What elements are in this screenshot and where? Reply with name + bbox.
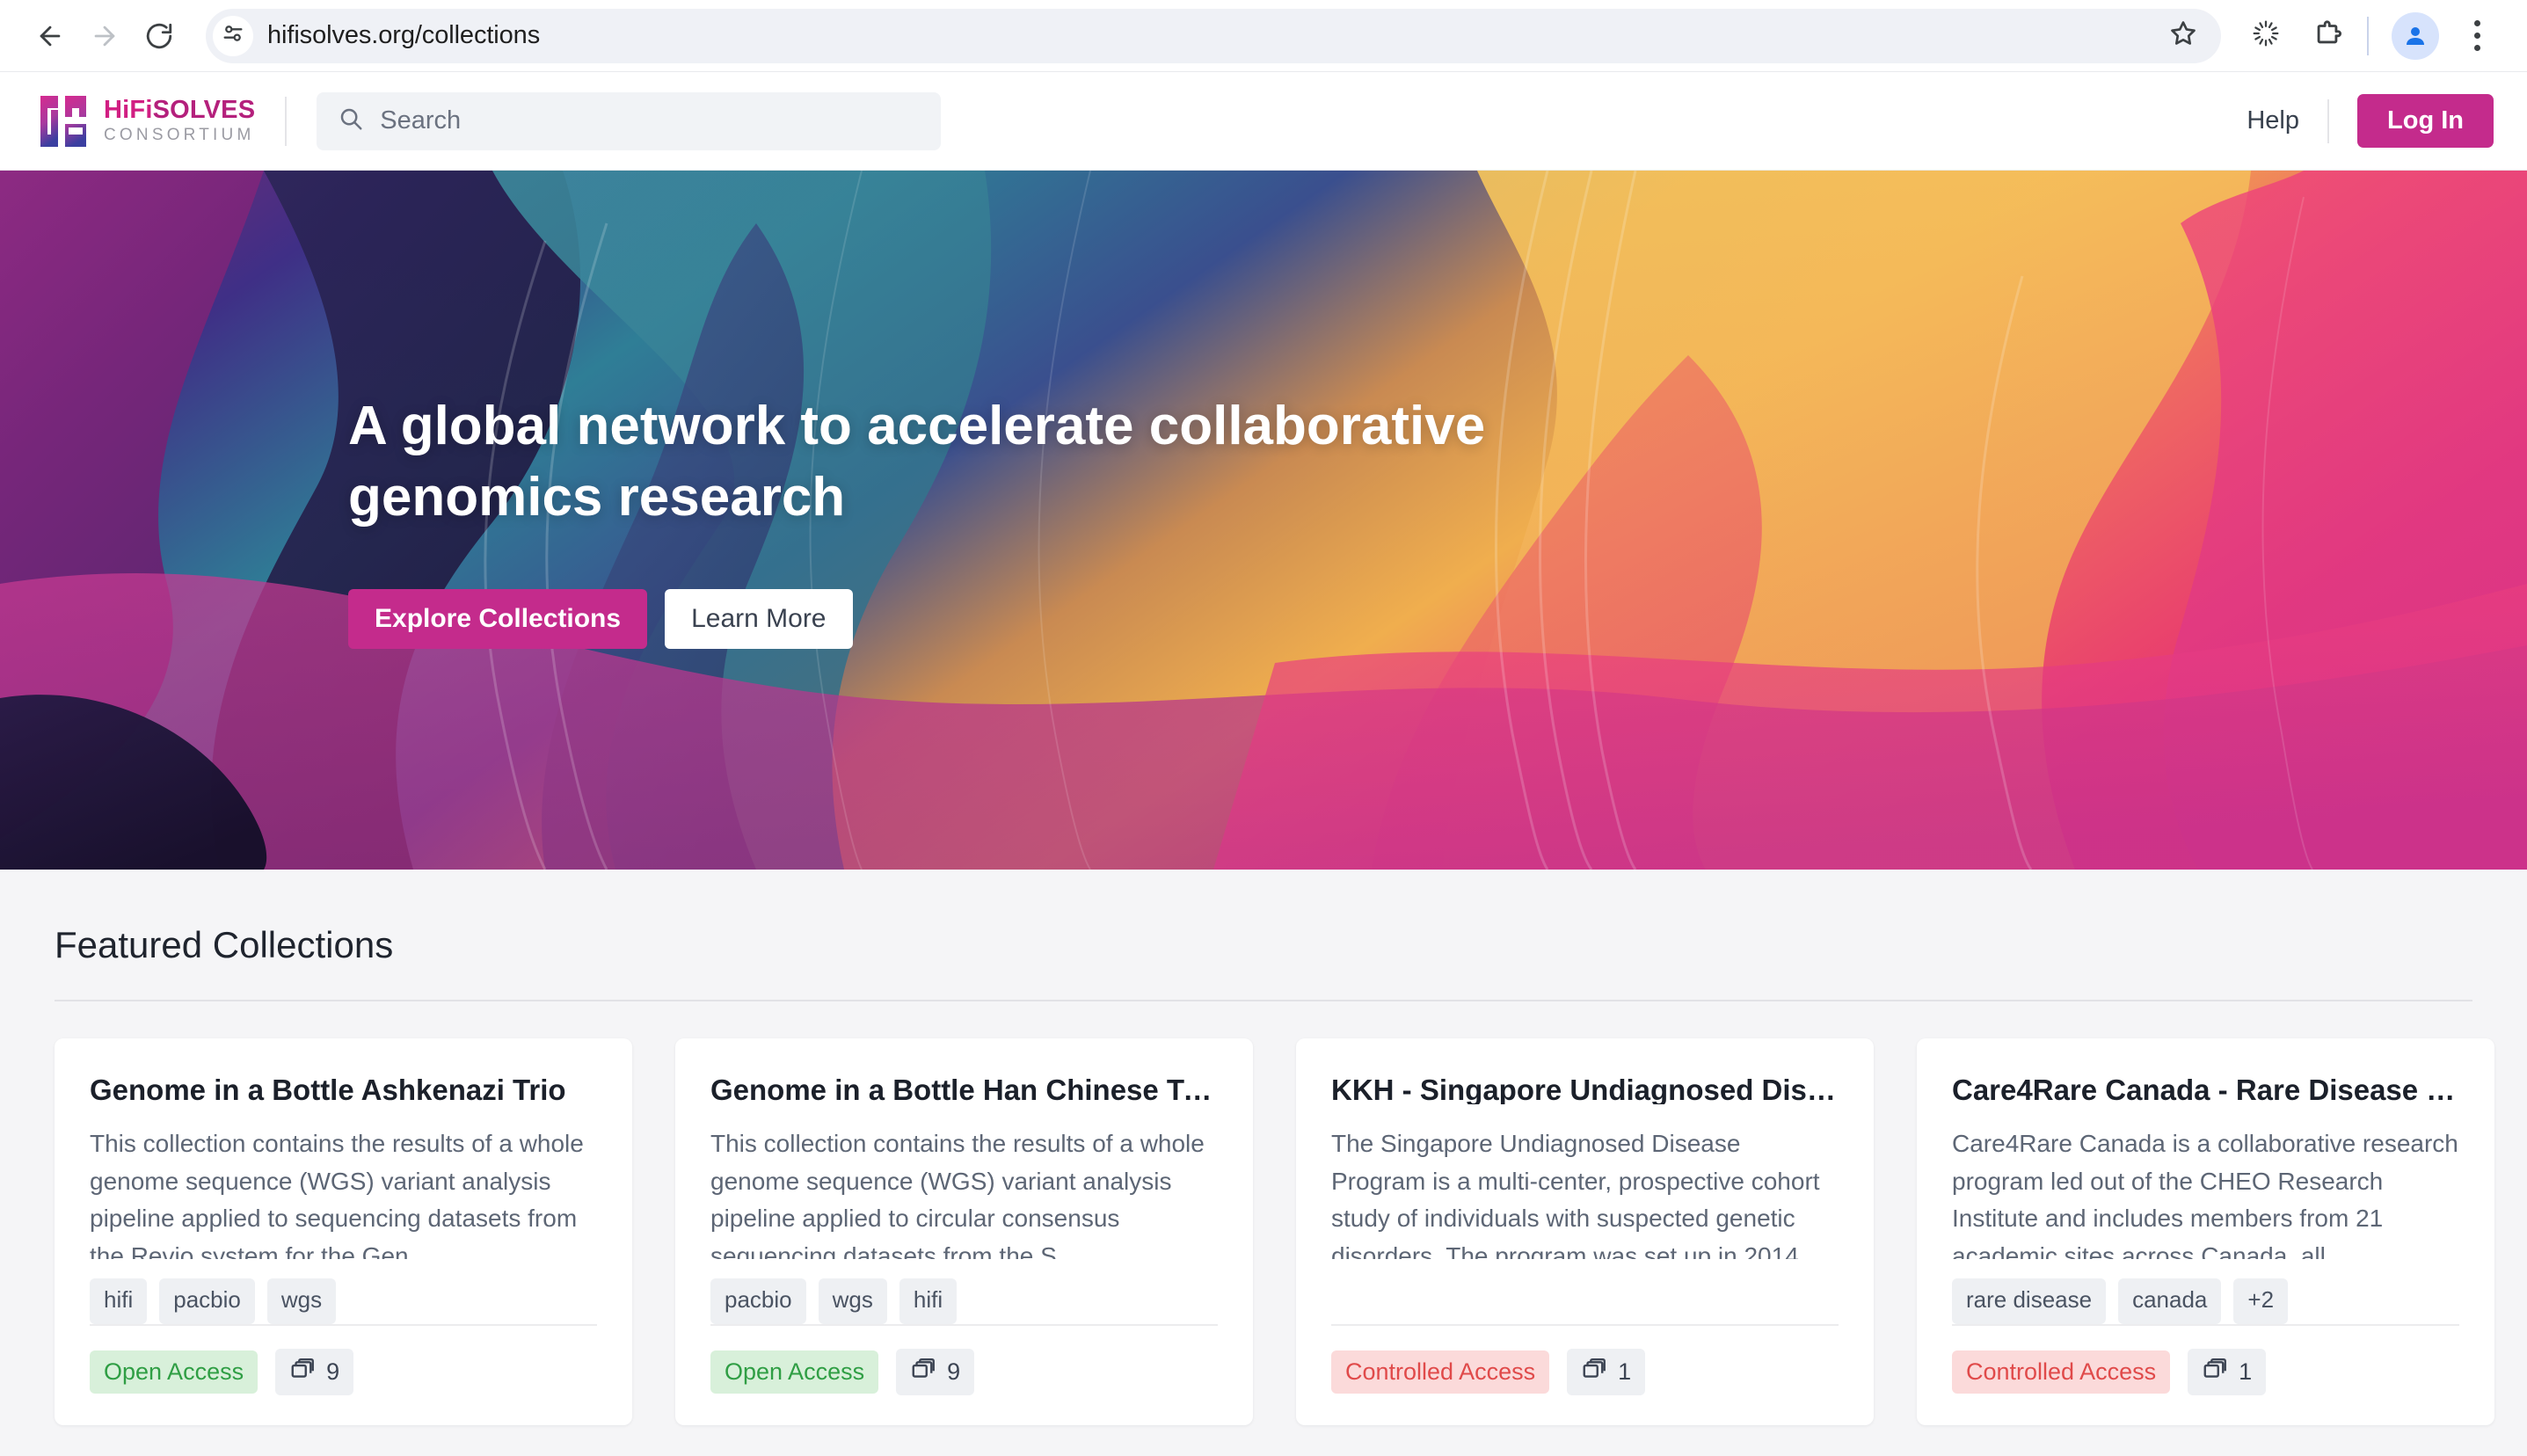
collection-card[interactable]: KKH - Singapore Undiagnosed Disea... The…	[1296, 1038, 1874, 1425]
featured-collections-section: Featured Collections Genome in a Bottle …	[0, 870, 2527, 1456]
card-title: KKH - Singapore Undiagnosed Disea...	[1331, 1074, 1839, 1104]
loading-indicator-button[interactable]	[2239, 9, 2293, 63]
status-badge: Controlled Access	[1952, 1350, 2171, 1394]
reload-icon	[144, 21, 174, 51]
address-bar[interactable]: hifisolves.org/collections	[206, 8, 2221, 63]
site-settings-icon	[221, 21, 245, 50]
card-description: This collection contains the results of …	[710, 1129, 1205, 1260]
card-footer: Controlled Access 1	[1952, 1349, 2459, 1396]
card-footer: Controlled Access 1	[1331, 1349, 1839, 1396]
dataset-count-chip: 1	[2188, 1349, 2267, 1396]
card-tag[interactable]: pacbio	[159, 1278, 255, 1325]
hero-title: A global network to accelerate collabora…	[348, 395, 1486, 528]
extensions-button[interactable]	[2300, 9, 2355, 63]
card-tag-overflow[interactable]: +2	[2233, 1278, 2289, 1325]
card-title: Care4Rare Canada - Rare Disease Hi...	[1952, 1074, 2459, 1104]
card-description: The Singapore Undiagnosed Disease Progra…	[1331, 1129, 1826, 1260]
search-input[interactable]: Search	[317, 91, 942, 150]
header-actions-divider	[2327, 98, 2330, 143]
stacked-layers-icon	[910, 1357, 936, 1387]
hero-banner: A global network to accelerate collabora…	[0, 171, 2527, 870]
brand-hifi-text: HiFi	[104, 95, 153, 124]
search-icon	[338, 106, 364, 136]
help-link[interactable]: Help	[2247, 106, 2299, 135]
card-description: This collection contains the results of …	[90, 1129, 584, 1260]
card-tag[interactable]: pacbio	[710, 1278, 806, 1325]
card-tag-list: rare disease canada +2	[1952, 1278, 2459, 1325]
search-placeholder: Search	[380, 106, 462, 135]
explore-collections-button[interactable]: Explore Collections	[348, 589, 648, 650]
status-badge: Open Access	[710, 1350, 879, 1394]
card-tag-list: pacbio wgs hifi	[710, 1278, 1218, 1325]
site-header: HiFiSOLVES CONSORTIUM Search Help Log In	[0, 72, 2527, 171]
card-divider	[90, 1324, 597, 1327]
profile-avatar-icon	[2392, 11, 2439, 60]
card-tag[interactable]: hifi	[899, 1278, 958, 1325]
card-title: Genome in a Bottle Ashkenazi Trio	[90, 1074, 566, 1104]
dataset-count-chip: 9	[896, 1349, 975, 1396]
stacked-layers-icon	[1581, 1357, 1607, 1387]
card-tag-list	[1331, 1278, 1839, 1324]
dataset-count: 1	[2239, 1358, 2253, 1386]
back-button[interactable]	[23, 9, 77, 63]
url-text: hifisolves.org/collections	[267, 21, 541, 49]
forward-button[interactable]	[77, 9, 132, 63]
collection-card[interactable]: Care4Rare Canada - Rare Disease Hi... Ca…	[1917, 1038, 2494, 1425]
bookmark-button[interactable]	[2163, 16, 2203, 56]
card-tag[interactable]: wgs	[266, 1278, 337, 1325]
hifi-solves-h-logo	[39, 94, 88, 149]
dataset-count-chip: 1	[1567, 1349, 1646, 1396]
dataset-count: 9	[326, 1358, 340, 1386]
forward-arrow-icon	[90, 21, 120, 51]
reload-button[interactable]	[132, 9, 186, 63]
hero-cta-group: Explore Collections Learn More	[348, 589, 1667, 650]
card-divider	[1952, 1324, 2459, 1327]
collection-card[interactable]: Genome in a Bottle Ashkenazi Trio This c…	[55, 1038, 632, 1425]
loading-spinner-icon	[2251, 18, 2281, 53]
card-tag-list: hifi pacbio wgs	[90, 1278, 597, 1325]
dataset-count: 9	[947, 1358, 961, 1386]
toolbar-divider	[2367, 16, 2369, 55]
dataset-count-chip: 9	[275, 1349, 354, 1396]
card-divider	[1331, 1324, 1839, 1327]
header-brand-divider	[285, 96, 288, 146]
login-button[interactable]: Log In	[2357, 94, 2494, 148]
back-arrow-icon	[35, 21, 65, 51]
star-icon	[2168, 18, 2198, 53]
site-settings-button[interactable]	[213, 15, 253, 56]
card-footer: Open Access 9	[710, 1349, 1218, 1396]
brand-wordmark: HiFiSOLVES	[104, 97, 255, 123]
learn-more-button[interactable]: Learn More	[665, 589, 853, 650]
card-description: Care4Rare Canada is a collaborative rese…	[1952, 1129, 2458, 1260]
brand-subtitle: CONSORTIUM	[104, 126, 255, 145]
header-actions: Help Log In	[2247, 94, 2494, 148]
profile-button[interactable]	[2388, 9, 2443, 63]
collection-card-list: Genome in a Bottle Ashkenazi Trio This c…	[55, 1038, 2527, 1425]
card-title: Genome in a Bottle Han Chinese Trio	[710, 1074, 1218, 1104]
three-dot-menu-icon	[2473, 20, 2480, 51]
stacked-layers-icon	[2202, 1357, 2228, 1387]
status-badge: Controlled Access	[1331, 1350, 1550, 1394]
card-tag[interactable]: rare disease	[1952, 1278, 2107, 1325]
section-divider	[55, 1000, 2472, 1001]
dataset-count: 1	[1618, 1358, 1632, 1386]
card-tag[interactable]: canada	[2118, 1278, 2222, 1325]
brand-logo[interactable]: HiFiSOLVES CONSORTIUM	[39, 94, 255, 149]
extensions-puzzle-icon	[2312, 18, 2342, 53]
page-title: Featured Collections	[55, 924, 394, 965]
card-footer: Open Access 9	[90, 1349, 597, 1396]
stacked-layers-icon	[289, 1357, 316, 1387]
hero-content: A global network to accelerate collabora…	[348, 171, 1667, 870]
status-badge: Open Access	[90, 1350, 259, 1394]
card-tag[interactable]: wgs	[818, 1278, 887, 1325]
chrome-menu-button[interactable]	[2450, 9, 2504, 63]
browser-toolbar: hifisolves.org/collections	[0, 0, 2527, 72]
card-tag[interactable]: hifi	[90, 1278, 148, 1325]
collection-card[interactable]: Genome in a Bottle Han Chinese Trio This…	[675, 1038, 1253, 1425]
card-divider	[710, 1324, 1218, 1327]
brand-solves-text: SOLVES	[152, 95, 256, 124]
